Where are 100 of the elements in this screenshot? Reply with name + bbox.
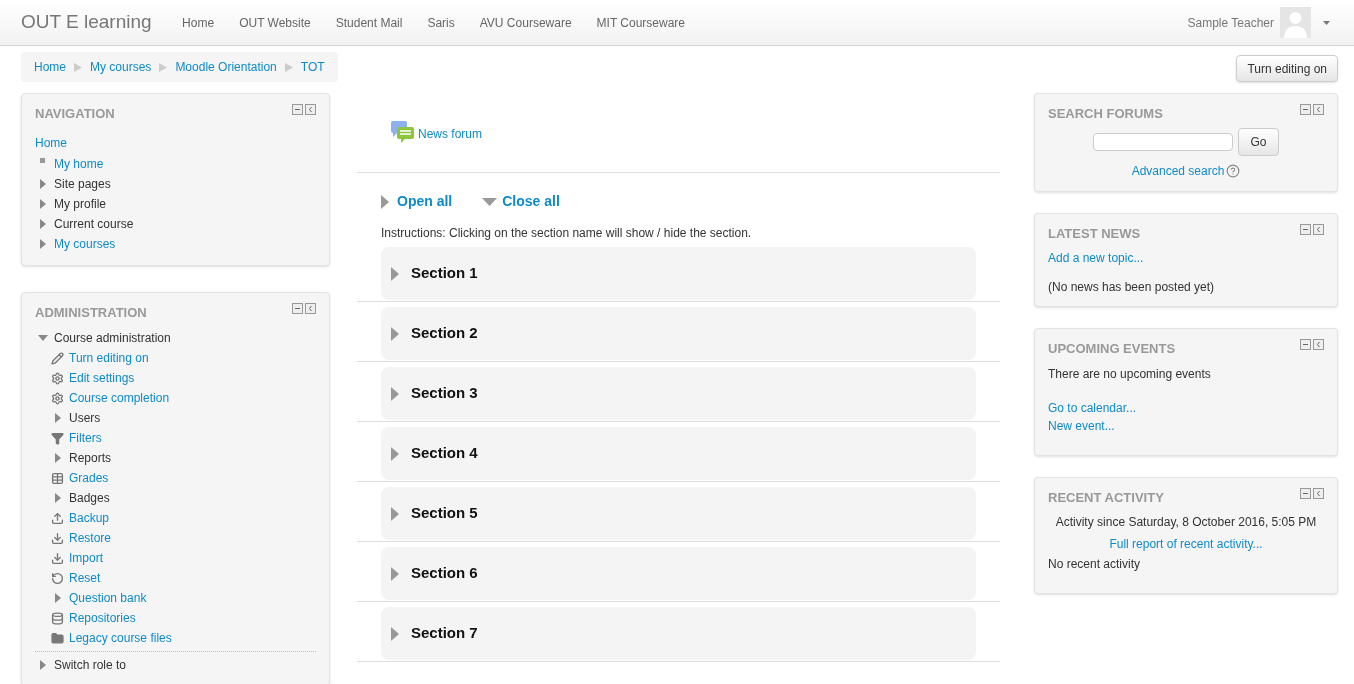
database-icon <box>51 611 64 625</box>
section-header[interactable]: Section 5 <box>381 487 976 540</box>
open-all-link[interactable]: Open all <box>397 191 453 212</box>
caret-right-icon <box>391 626 399 641</box>
block-title: UPCOMING EVENTS <box>1048 340 1176 358</box>
help-icon[interactable] <box>1226 163 1241 178</box>
tree-item[interactable]: Site pages <box>54 174 111 193</box>
section-header[interactable]: Section 3 <box>381 367 976 420</box>
block-controls-icon[interactable] <box>1300 487 1324 499</box>
tree-link[interactable]: Reset <box>69 569 101 587</box>
block-controls-icon[interactable] <box>292 302 316 314</box>
turn-editing-on-button[interactable]: Turn editing on <box>1236 55 1338 82</box>
caret-right-icon <box>391 266 399 281</box>
block-title: SEARCH FORUMS <box>1048 105 1163 123</box>
reset-icon <box>51 571 64 585</box>
section-header[interactable]: Section 7 <box>381 607 976 660</box>
search-field[interactable] <box>1093 132 1234 151</box>
tree-item[interactable]: Badges <box>69 489 110 507</box>
block-title: ADMINISTRATION <box>35 303 147 322</box>
gear-icon <box>51 391 64 405</box>
tree-link[interactable]: My home <box>54 154 104 173</box>
caret-right-icon <box>391 506 399 521</box>
section-header[interactable]: Section 4 <box>381 427 976 480</box>
section-header[interactable]: Section 2 <box>381 307 976 360</box>
tree-item[interactable]: Course administration <box>54 329 171 347</box>
tree-link[interactable]: Import <box>69 549 103 567</box>
caret-right-icon <box>54 453 61 463</box>
tree-link[interactable]: My courses <box>54 234 116 253</box>
no-activity-text: No recent activity <box>1048 556 1142 573</box>
caret-right-icon <box>391 386 399 401</box>
nav-link[interactable]: MIT Courseware <box>584 13 698 32</box>
tree-link[interactable]: Legacy course files <box>69 629 172 647</box>
nav-link[interactable]: Student Mail <box>323 13 415 32</box>
block-title: NAVIGATION <box>35 105 115 123</box>
add-topic-link[interactable]: Add a new topic... <box>1048 249 1324 267</box>
section-header[interactable]: Section 1 <box>381 247 976 300</box>
forum-icon <box>391 120 414 143</box>
tree-link[interactable]: Backup <box>69 509 110 527</box>
caret-down-icon <box>37 335 48 341</box>
block-controls-icon[interactable] <box>1300 339 1324 350</box>
tree-link[interactable]: Home <box>35 135 67 150</box>
caret-right-icon <box>54 493 61 503</box>
upload-icon <box>51 511 64 525</box>
news-forum-link[interactable]: News forum <box>418 124 482 143</box>
tree-item[interactable]: Current course <box>54 214 134 233</box>
full-report-link[interactable]: Full report of recent activity... <box>1109 537 1263 551</box>
separator-icon <box>284 62 293 72</box>
pencil-icon <box>51 351 64 365</box>
tree-item[interactable]: Reports <box>69 449 112 467</box>
breadcrumb-link[interactable]: Home <box>34 58 66 76</box>
caret-right-icon <box>54 413 61 423</box>
nav-link[interactable]: Home <box>169 13 227 32</box>
tree-link[interactable]: Grades <box>69 469 109 487</box>
caret-right-icon <box>39 660 46 670</box>
tree-link[interactable]: Edit settings <box>69 369 135 387</box>
separator-icon <box>74 62 82 72</box>
tree-link[interactable]: Course completion <box>69 389 170 407</box>
separator-icon <box>159 62 168 72</box>
block-controls-icon[interactable] <box>1300 104 1324 115</box>
block-title: RECENT ACTIVITY <box>1048 488 1164 507</box>
breadcrumb-link[interactable]: My courses <box>90 58 152 76</box>
instructions-text: Instructions: Clicking on the section name will show / hide the section. <box>380 225 753 242</box>
filter-icon <box>51 431 64 445</box>
calendar-link[interactable]: Go to calendar... <box>1048 398 1324 417</box>
activity-since-text: Activity since Saturday, 8 October 2016, 5:05 PM <box>1054 514 1318 531</box>
close-all-link[interactable]: Close all <box>502 191 560 212</box>
caret-right-icon <box>39 238 46 249</box>
nav-link[interactable]: AVU Courseware <box>467 13 585 32</box>
folder-icon <box>51 631 64 645</box>
no-events-text: There are no upcoming events <box>1048 365 1212 383</box>
empty-news-text: (No news has been posted yet) <box>1048 279 1216 296</box>
caret-down-icon <box>482 197 498 206</box>
tree-link[interactable]: Question bank <box>69 589 147 607</box>
tree-link[interactable]: Repositories <box>69 609 136 627</box>
tree-item[interactable]: Users <box>69 409 101 427</box>
caret-right-icon <box>391 566 399 581</box>
advanced-search-link[interactable]: Advanced search <box>1131 161 1225 180</box>
caret-right-icon <box>39 178 46 189</box>
download-icon <box>51 551 64 565</box>
tree-link[interactable]: Restore <box>69 529 112 547</box>
download-icon <box>51 531 64 545</box>
caret-right-icon <box>391 326 399 341</box>
go-button[interactable]: Go <box>1238 127 1279 156</box>
section-header[interactable]: Section 6 <box>381 547 976 600</box>
tree-link[interactable]: Turn editing on <box>69 349 149 367</box>
block-title: LATEST NEWS <box>1048 224 1141 243</box>
tree-item[interactable]: My profile <box>54 194 106 213</box>
block-controls-icon[interactable] <box>1300 223 1324 235</box>
nav-link[interactable]: OUT Website <box>226 13 324 32</box>
tree-link[interactable]: Filters <box>69 429 102 447</box>
caret-down-icon[interactable] <box>1323 20 1330 25</box>
user-name[interactable]: Sample Teacher <box>1187 13 1274 32</box>
site-brand[interactable]: OUT E learning <box>21 8 152 37</box>
block-controls-icon[interactable] <box>292 104 316 115</box>
caret-right-icon <box>39 218 46 229</box>
breadcrumb-link[interactable]: TOT <box>300 58 325 76</box>
nav-link[interactable]: Saris <box>414 13 468 32</box>
breadcrumb-link[interactable]: Moodle Orientation <box>175 58 277 76</box>
tree-item[interactable]: Switch role to <box>54 656 127 674</box>
calendar-link[interactable]: New event... <box>1048 416 1324 435</box>
